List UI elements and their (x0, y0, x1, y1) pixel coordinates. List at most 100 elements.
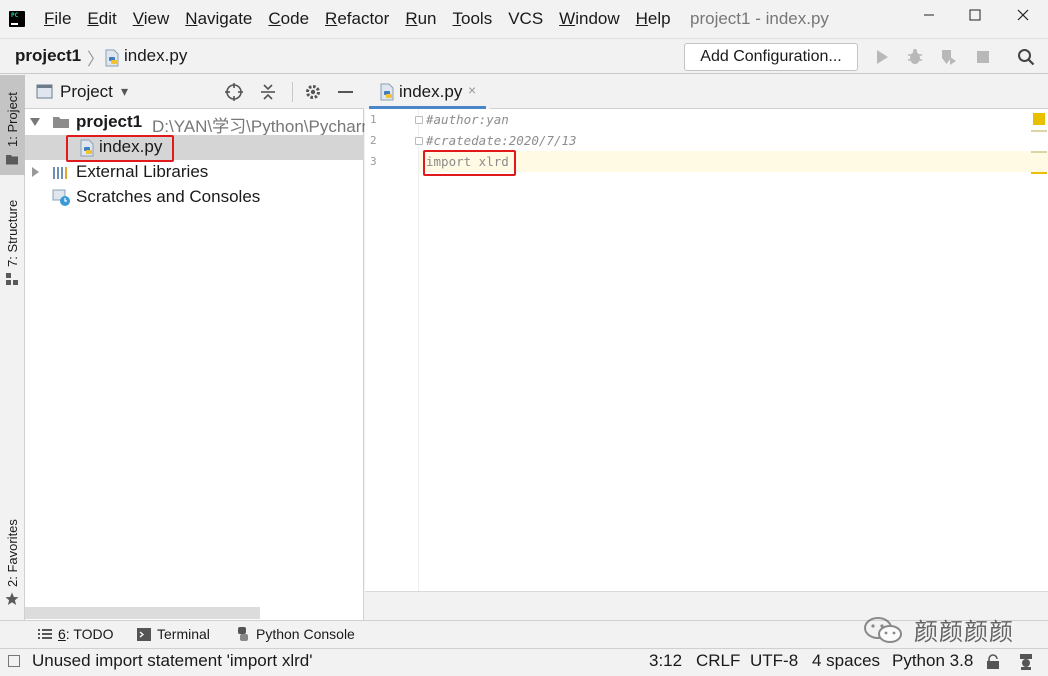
folder-icon (53, 117, 69, 128)
menu-window[interactable]: Window (551, 0, 627, 38)
run-icon (877, 50, 888, 64)
debug-button[interactable] (905, 47, 925, 67)
close-button[interactable] (1000, 0, 1046, 30)
close-icon (1017, 9, 1029, 21)
menu-refactor[interactable]: Refactor (317, 0, 397, 38)
python-file-icon (104, 49, 120, 72)
line-separator[interactable]: CRLF (696, 651, 740, 671)
maximize-icon (969, 9, 981, 21)
stop-button[interactable] (973, 47, 993, 67)
horizontal-scrollbar[interactable] (25, 607, 260, 619)
coverage-shield-icon (942, 50, 956, 65)
error-stripe-mark[interactable] (1031, 172, 1047, 174)
tool-window-favorites-tab[interactable]: 2: Favorites (0, 515, 25, 615)
terminal-icon (137, 627, 151, 641)
menu-run[interactable]: Run (397, 0, 444, 38)
python-console-label: Python Console (256, 626, 355, 642)
collapse-all-button[interactable] (260, 83, 276, 106)
menu-code[interactable]: Code (260, 0, 317, 38)
line-number: 2 (370, 134, 377, 147)
menu-file[interactable]: File (36, 0, 79, 38)
tab-index-py[interactable]: index.py × (365, 75, 490, 110)
menu-navigate[interactable]: Navigate (177, 0, 260, 38)
fold-marker-icon[interactable] (415, 116, 423, 124)
lock-icon[interactable] (986, 654, 1000, 675)
tab-label: index.py (399, 82, 463, 101)
highlight-box-file (66, 135, 174, 162)
code-line: #cratedate:2020/7/13 (426, 133, 577, 148)
breadcrumb-file[interactable]: index.py (124, 46, 187, 66)
stop-icon (977, 51, 989, 63)
minimize-button[interactable] (906, 0, 952, 30)
project-tool-window: Project ▾ project1 D:\YAN\学习\Python\Pych… (25, 75, 376, 620)
add-configuration-button[interactable]: Add Configuration... (684, 43, 858, 71)
scratches-label: Scratches and Consoles (76, 187, 261, 206)
libraries-icon (53, 167, 67, 179)
watermark-text: 颜颜颜颜 (914, 618, 1014, 646)
project-panel-header: Project ▾ (25, 75, 364, 109)
project-root-path: D:\YAN\学习\Python\Pycharm (152, 117, 376, 136)
locate-file-button[interactable] (225, 83, 243, 106)
caret-position[interactable]: 3:12 (649, 651, 682, 671)
tree-row-scratches[interactable]: Scratches and Consoles (25, 185, 364, 210)
menu-tools[interactable]: Tools (445, 0, 501, 38)
fold-marker-icon[interactable] (415, 137, 423, 145)
tool-windows-toggle-icon[interactable] (8, 655, 20, 667)
collapse-arrow-icon[interactable] (29, 166, 41, 178)
tree-row-project-root[interactable]: project1 D:\YAN\学习\Python\Pycharm (25, 110, 376, 136)
folder-icon (6, 155, 18, 165)
chevron-down-icon[interactable]: ▾ (121, 83, 128, 100)
todo-tool-button[interactable]: 6: TODO (38, 626, 114, 642)
indent-setting[interactable]: 4 spaces (812, 651, 880, 671)
search-icon (1018, 49, 1035, 66)
coverage-button[interactable] (938, 47, 958, 67)
gear-icon (306, 85, 320, 99)
project-view-icon (36, 84, 53, 99)
header-divider (292, 82, 293, 102)
tab-close-icon[interactable]: × (468, 82, 476, 98)
menu-view[interactable]: View (125, 0, 178, 38)
debug-bug-icon (908, 49, 922, 64)
scratches-icon (52, 189, 70, 206)
warning-marker-icon[interactable] (1033, 113, 1045, 125)
project-view-selector[interactable]: Project (60, 82, 113, 102)
editor-tab-bar: index.py × (365, 75, 1048, 110)
error-stripe-mark[interactable] (1031, 130, 1047, 132)
menu-vcs[interactable]: VCS (500, 0, 551, 38)
status-message[interactable]: Unused import statement 'import xlrd' (32, 651, 312, 671)
tree-row-external-libraries[interactable]: External Libraries (25, 160, 364, 185)
python-interpreter[interactable]: Python 3.8 (892, 651, 973, 671)
file-encoding[interactable]: UTF-8 (750, 651, 798, 671)
favorites-tab-label: 2: Favorites (5, 519, 20, 587)
navigation-bar: project1 〉 index.py Add Configuration... (0, 38, 1048, 74)
todo-mnemonic: 6 (58, 626, 66, 642)
terminal-tool-button[interactable]: Terminal (137, 626, 210, 642)
error-stripe-mark[interactable] (1031, 151, 1047, 153)
menu-bar: PC File Edit View Navigate Code Refactor… (0, 0, 1048, 38)
menu-edit[interactable]: Edit (79, 0, 124, 38)
search-everywhere-button[interactable] (1016, 47, 1036, 67)
list-icon (38, 628, 52, 640)
highlight-box-import (423, 150, 516, 176)
tool-window-structure-tab[interactable]: 7: Structure (0, 187, 25, 287)
crosshair-icon (225, 83, 243, 101)
code-editor[interactable]: 1 2 3 #author:yan #cratedate:2020/7/13 i… (365, 109, 1048, 591)
hide-panel-icon[interactable] (338, 91, 353, 93)
menu-help[interactable]: Help (628, 0, 679, 38)
tool-window-project-tab[interactable]: 1: Project (0, 75, 25, 175)
code-line: #author:yan (426, 112, 509, 127)
structure-tab-label: 7: Structure (5, 199, 20, 267)
pycharm-logo-icon: PC (9, 11, 25, 27)
settings-button[interactable] (304, 83, 322, 106)
expand-arrow-icon[interactable] (29, 116, 41, 128)
breadcrumb-project[interactable]: project1 (15, 46, 81, 66)
status-bar: Unused import statement 'import xlrd' 3:… (0, 648, 1048, 673)
maximize-button[interactable] (952, 0, 998, 30)
todo-label: : TODO (65, 626, 114, 642)
python-console-tool-button[interactable]: Python Console (236, 626, 355, 642)
star-icon (5, 592, 19, 605)
run-button[interactable] (872, 47, 892, 67)
python-icon (236, 627, 250, 641)
collapse-all-icon (261, 84, 275, 100)
editor-gutter: 1 2 3 (365, 109, 423, 591)
